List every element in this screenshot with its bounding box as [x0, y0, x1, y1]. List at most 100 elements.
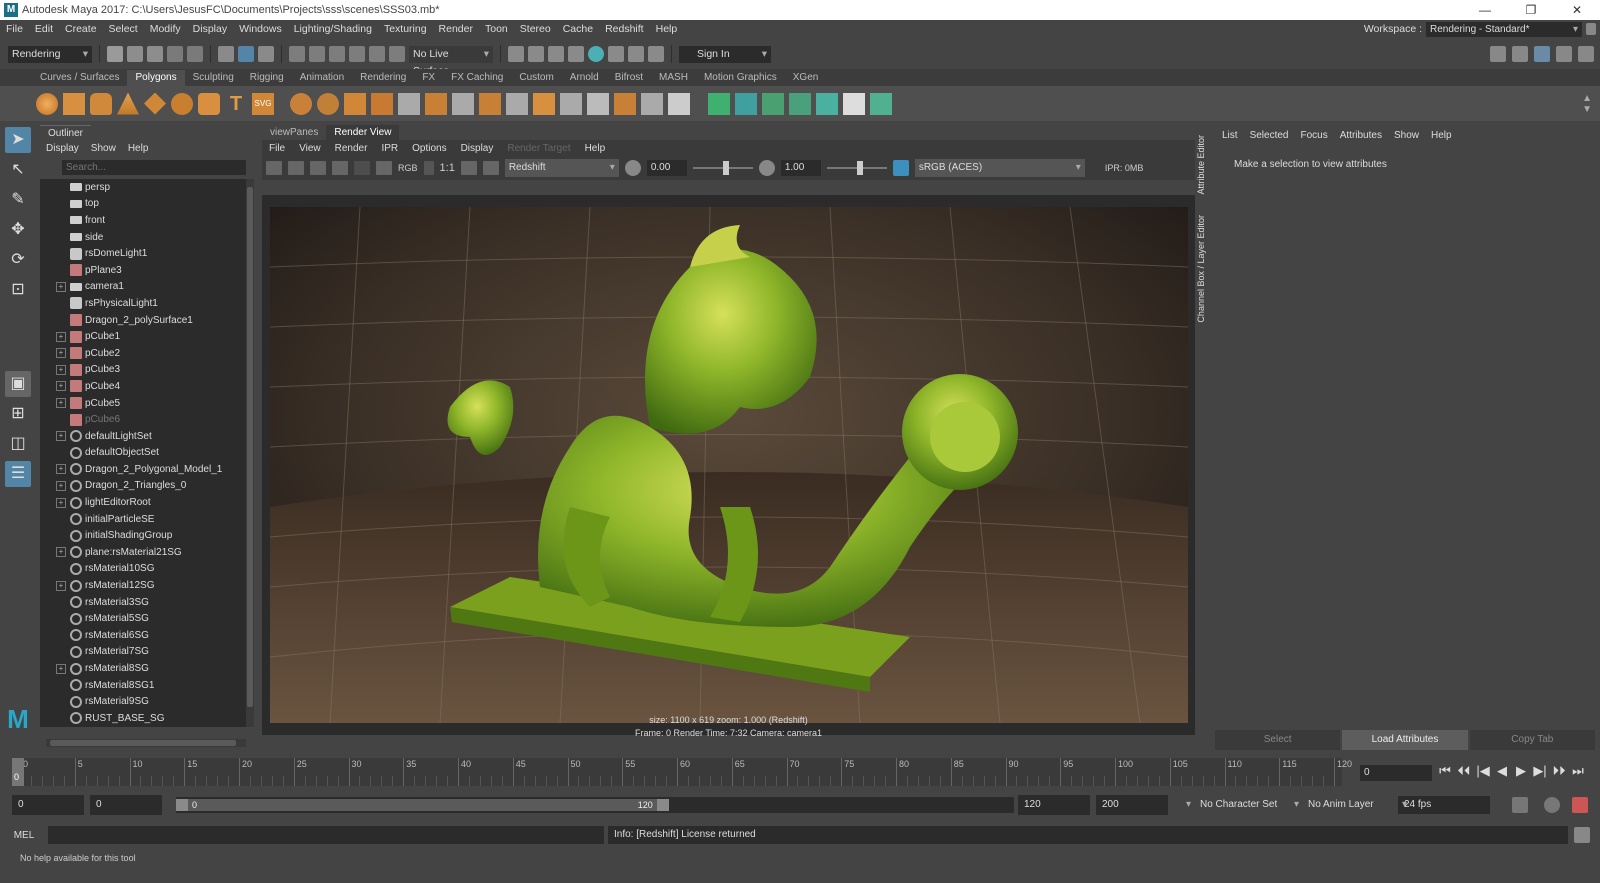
range-end-handle[interactable]	[656, 799, 669, 811]
outliner-item[interactable]: rsDomeLight1	[40, 245, 246, 262]
shelf-tab-rigging[interactable]: Rigging	[242, 70, 292, 86]
scrollbar-thumb[interactable]	[247, 187, 253, 707]
rv-menu-display[interactable]: Display	[454, 143, 501, 154]
shelf-tab-xgen[interactable]: XGen	[785, 70, 827, 86]
outliner-item[interactable]: rsMaterial10SG	[40, 561, 246, 578]
expand-icon[interactable]: +	[56, 547, 66, 558]
snap-surface-icon[interactable]	[369, 46, 385, 62]
poly-type-icon[interactable]: T	[225, 93, 247, 115]
go-to-end-button[interactable]: ⏭	[1571, 763, 1585, 779]
redo-icon[interactable]	[187, 46, 203, 62]
outliner-item[interactable]: rsMaterial5SG	[40, 610, 246, 627]
exposure-slider[interactable]	[692, 161, 753, 175]
ae-menu-attributes[interactable]: Attributes	[1334, 130, 1388, 141]
outliner-item[interactable]: + Dragon_2_Triangles_0	[40, 478, 246, 495]
slider-knob[interactable]	[856, 161, 863, 175]
poly-torus-icon[interactable]	[171, 92, 193, 115]
range-slider-fill[interactable]: 0 120	[176, 799, 669, 811]
lock-icon[interactable]	[1586, 23, 1596, 35]
anim-prefs-icon[interactable]	[1572, 797, 1588, 813]
play-forward-button[interactable]: ▶	[1514, 763, 1528, 779]
sign-in-button[interactable]: Sign In	[679, 45, 771, 63]
outliner-item[interactable]: + pCube4	[40, 378, 246, 395]
step-forward-key-button[interactable]: ⏵⏵	[1552, 763, 1566, 779]
step-back-frame-button[interactable]: |◀	[1476, 763, 1490, 779]
shelf-tab-fx[interactable]: FX	[414, 70, 443, 86]
select-objects-icon[interactable]	[238, 46, 254, 62]
checker-icon[interactable]	[843, 92, 865, 115]
extrude-icon[interactable]	[398, 92, 420, 115]
ae-menu-list[interactable]: List	[1216, 130, 1244, 141]
paint-select-icon[interactable]: ✎	[5, 187, 31, 213]
fps-dropdown[interactable]: 24 fps	[1398, 796, 1490, 814]
character-set-dropdown[interactable]: No Character Set	[1182, 796, 1286, 814]
gamma-field[interactable]: 1.00	[780, 160, 821, 176]
outliner-item[interactable]: rsPhysicalLight1	[40, 295, 246, 312]
outliner-item[interactable]: Dragon_2_polySurface1	[40, 312, 246, 329]
outliner-item[interactable]: + rsMaterial12SG	[40, 577, 246, 594]
mel-label[interactable]: MEL	[0, 830, 48, 841]
multi-cut-icon[interactable]	[452, 92, 474, 115]
tab-channel-box-layer-editor[interactable]: Channel Box / Layer Editor	[1196, 215, 1210, 323]
render-region-icon[interactable]	[288, 161, 304, 175]
bridge-icon[interactable]	[425, 92, 447, 115]
expand-icon[interactable]: +	[56, 364, 66, 375]
playback-end-field[interactable]: 120	[1018, 795, 1090, 815]
range-slider[interactable]: 0 120	[176, 797, 1014, 813]
step-back-key-button[interactable]: ⏴⏴	[1457, 763, 1471, 779]
select-tool-icon[interactable]: ➤	[5, 127, 31, 153]
snap-grid-icon[interactable]	[289, 46, 305, 62]
menu-create[interactable]: Create	[59, 23, 103, 35]
shelf-tab-motion-graphics[interactable]: Motion Graphics	[696, 70, 785, 86]
uv-cylindrical-icon[interactable]	[735, 92, 757, 115]
select-hierarchy-icon[interactable]	[218, 46, 234, 62]
expand-icon[interactable]: +	[56, 480, 66, 491]
channel-box-icon[interactable]	[1578, 46, 1594, 62]
outliner-item[interactable]: pCube6	[40, 411, 246, 428]
shelf-tab-polygons[interactable]: Polygons	[127, 70, 185, 86]
shelf-tab-bifrost[interactable]: Bifrost	[607, 70, 651, 86]
expand-icon[interactable]: +	[56, 381, 66, 392]
scrollbar-thumb[interactable]	[50, 740, 236, 746]
single-view-icon[interactable]: ▣	[5, 371, 31, 397]
animation-start-field[interactable]: 0	[12, 795, 84, 815]
render-settings-icon[interactable]	[568, 46, 584, 62]
attribute-editor-toggle-icon[interactable]	[1534, 46, 1550, 62]
expand-icon[interactable]: +	[56, 348, 66, 359]
animation-end-field[interactable]: 200	[1096, 795, 1168, 815]
poly-cylinder-icon[interactable]	[90, 92, 112, 115]
menu-redshift[interactable]: Redshift	[599, 23, 650, 35]
outliner-menu-show[interactable]: Show	[85, 143, 122, 154]
expand-icon[interactable]: +	[56, 398, 66, 409]
outliner-item[interactable]: + lightEditorRoot	[40, 494, 246, 511]
open-scene-icon[interactable]	[127, 46, 143, 62]
menu-lighting-shading[interactable]: Lighting/Shading	[288, 23, 378, 35]
four-view-icon[interactable]: ⊞	[5, 401, 31, 427]
outliner-item[interactable]: persp	[40, 179, 246, 196]
copy-tab-button[interactable]: Copy Tab	[1469, 730, 1595, 750]
current-frame-field[interactable]: 0	[1360, 765, 1432, 781]
separate-icon[interactable]	[317, 92, 339, 115]
outliner-item[interactable]: initialShadingGroup	[40, 527, 246, 544]
outliner-item[interactable]: + pCube5	[40, 395, 246, 412]
outliner-item[interactable]: + rsMaterial8SG	[40, 660, 246, 677]
hypershade-icon[interactable]	[588, 46, 604, 62]
playback-start-field[interactable]: 0	[90, 795, 162, 815]
rgb-channel-label[interactable]: RGB	[398, 163, 418, 173]
auto-key-icon[interactable]	[1544, 797, 1560, 813]
ipr-icon[interactable]	[332, 161, 348, 175]
tab-attribute-editor[interactable]: Attribute Editor	[1196, 135, 1210, 195]
outliner-item[interactable]: pPlane3	[40, 262, 246, 279]
outliner-item[interactable]: + defaultLightSet	[40, 428, 246, 445]
go-to-start-button[interactable]: ⏮	[1438, 763, 1452, 779]
snap-point-icon[interactable]	[329, 46, 345, 62]
gamma-slider[interactable]	[826, 161, 887, 175]
range-start-handle[interactable]	[176, 799, 188, 811]
alpha-channel-icon[interactable]	[423, 161, 434, 175]
poly-disc-icon[interactable]	[198, 92, 220, 115]
expand-icon[interactable]: +	[56, 464, 66, 475]
outliner-item[interactable]: rsMaterial8SG1	[40, 677, 246, 694]
outliner-item[interactable]: + pCube1	[40, 328, 246, 345]
outliner-search-input[interactable]	[62, 159, 246, 175]
gamma-icon[interactable]	[758, 160, 775, 176]
